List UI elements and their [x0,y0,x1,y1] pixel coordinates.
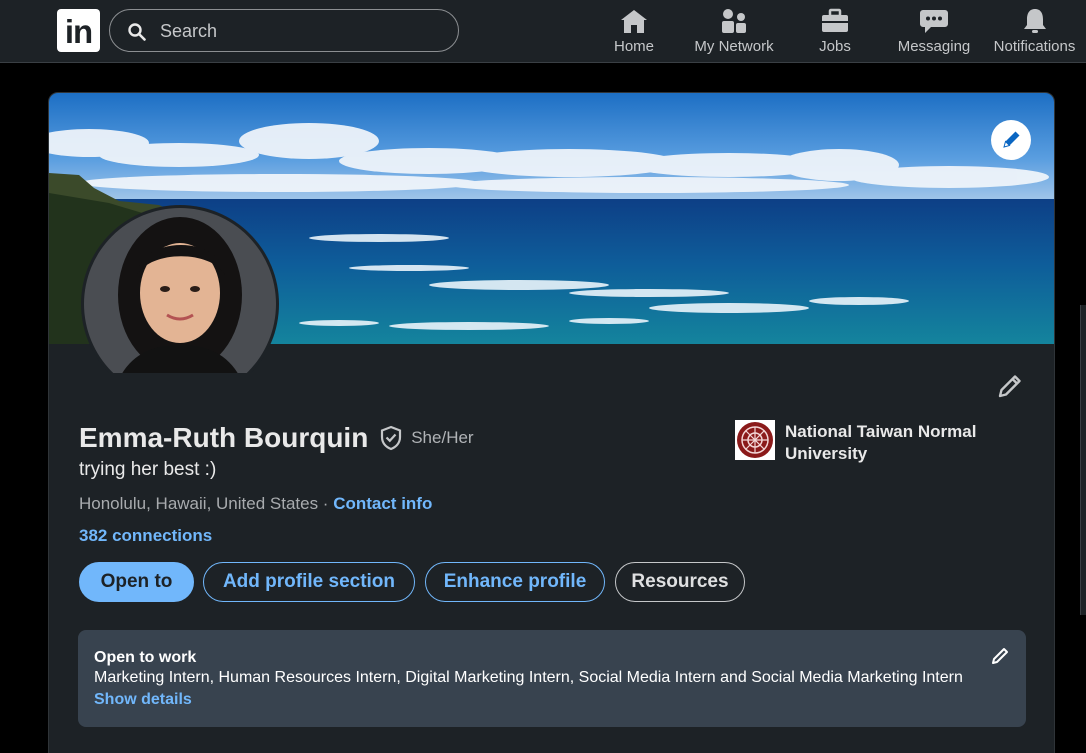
university-seal-icon [735,420,775,460]
university-logo [735,420,775,460]
search-icon [128,23,146,41]
pencil-icon [998,375,1021,398]
open-to-work-title: Open to work [94,649,197,666]
pencil-icon [1003,131,1020,148]
location-separator: · [318,494,334,513]
nav-label: Messaging [897,38,971,55]
edit-intro-button[interactable] [993,369,1027,403]
briefcase-icon [822,8,848,32]
school-name: National Taiwan Normal University [785,422,977,463]
search-input[interactable] [160,18,440,44]
nav-label: Notifications [993,38,1076,55]
nav-my-network[interactable]: My Network [689,7,779,59]
bell-icon [1023,9,1046,33]
education-school[interactable]: National Taiwan Normal University [735,420,995,464]
search-box[interactable] [109,9,459,52]
nav-messaging[interactable]: Messaging [894,7,974,59]
pencil-icon [992,648,1008,664]
open-to-work-roles: Marketing Intern, Human Resources Intern… [94,669,963,686]
nav-home[interactable]: Home [604,7,664,59]
profile-photo[interactable] [81,205,279,373]
verification-shield-icon[interactable] [379,425,403,451]
edit-open-to-work-button[interactable] [990,644,1012,666]
location-line: Honolulu, Hawaii, United States · Contac… [79,494,432,514]
edit-cover-button[interactable] [991,120,1031,160]
show-details-link[interactable]: Show details [94,691,192,709]
home-icon [621,10,647,33]
enhance-profile-button[interactable]: Enhance profile [425,562,605,602]
profile-headline: trying her best :) [79,459,217,480]
linkedin-logo[interactable]: in [57,9,100,52]
nav-label: My Network [694,38,774,55]
nav-jobs[interactable]: Jobs [805,7,865,59]
contact-info-link[interactable]: Contact info [333,494,432,513]
profile-name: Emma-Ruth Bourquin [79,422,369,453]
nav-label: Jobs [819,38,851,55]
profile-photo-image [81,205,279,373]
profile-name-row: Emma-Ruth Bourquin She/Her [79,422,474,458]
pronouns: She/Her [411,428,474,447]
nav-notifications[interactable]: Notifications [988,7,1081,59]
top-navigation-bar: in Home My Network Jobs [0,0,1086,63]
connections-link[interactable]: 382 connections [79,526,212,546]
open-to-work-card[interactable]: Open to work Marketing Intern, Human Res… [78,630,1026,727]
open-to-button[interactable]: Open to [79,562,194,602]
chat-icon [920,10,948,33]
adjacent-panel-edge [1080,305,1086,615]
profile-card: Emma-Ruth Bourquin She/Her trying her be… [48,92,1055,753]
add-profile-section-button[interactable]: Add profile section [203,562,415,602]
resources-button[interactable]: Resources [615,562,745,602]
people-icon [722,9,746,33]
nav-label: Home [613,38,654,55]
location-text: Honolulu, Hawaii, United States [79,494,319,513]
